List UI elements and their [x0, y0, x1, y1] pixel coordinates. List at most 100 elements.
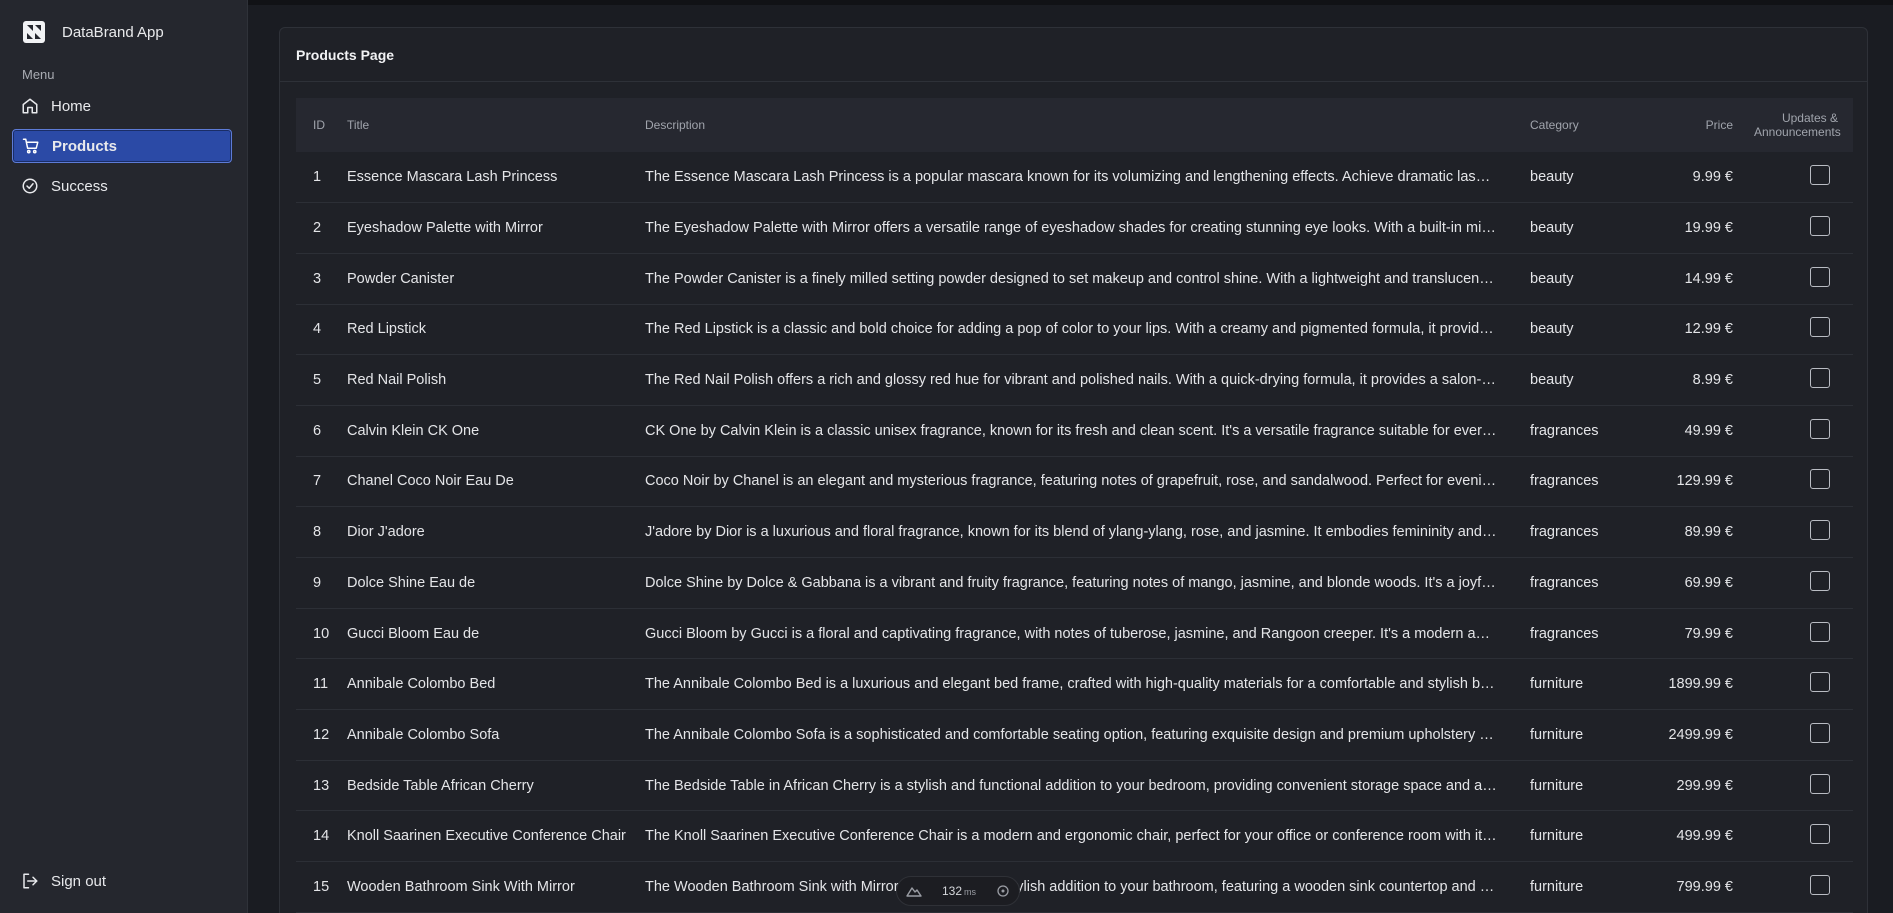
products-panel: Products Page ID Title Description Categ…: [279, 27, 1868, 913]
cell-price: 19.99 €: [1684, 220, 1733, 237]
table-row[interactable]: 14 Knoll Saarinen Executive Conference Ch…: [296, 811, 1853, 862]
table-row[interactable]: 11 Annibale Colombo Bed The Annibale Colom…: [296, 659, 1853, 710]
updates-checkbox[interactable]: [1810, 368, 1830, 389]
cell-description: The Red Nail Polish offers a rich and gl…: [645, 372, 1513, 389]
brand[interactable]: DataBrand App: [22, 20, 164, 44]
cell-description: The Wooden Bathroom Sink with Mirror is …: [645, 878, 1513, 895]
column-header-description[interactable]: Description: [628, 98, 1513, 152]
table-row[interactable]: 2 Eyeshadow Palette with Mirror The Eyesha…: [296, 203, 1853, 254]
table-row[interactable]: 4 Red Lipstick The Red Lipstick is a class…: [296, 304, 1853, 355]
sidebar-item-success[interactable]: Success: [12, 169, 232, 203]
cell-id: 12: [313, 726, 330, 743]
page-title: Products Page: [280, 28, 1867, 82]
updates-checkbox[interactable]: [1810, 722, 1830, 743]
cell-id: 5: [313, 372, 322, 389]
updates-checkbox[interactable]: [1810, 672, 1830, 693]
cell-title: Calvin Klein CK One: [347, 422, 480, 439]
updates-checkbox[interactable]: [1810, 266, 1830, 287]
cell-updates: [1737, 558, 1853, 609]
updates-checkbox[interactable]: [1810, 469, 1830, 490]
cell-category: furniture: [1530, 878, 1584, 895]
sidebar-item-home[interactable]: Home: [12, 89, 232, 123]
cell-title: Gucci Bloom Eau de: [347, 625, 480, 642]
updates-checkbox[interactable]: [1810, 216, 1830, 237]
cell-updates: [1737, 811, 1853, 862]
cell-price: 1899.99 €: [1668, 676, 1733, 693]
cell-category: fragrances: [1530, 574, 1599, 591]
sidebar-item-label: Success: [51, 177, 108, 195]
cell-price: 299.99 €: [1676, 777, 1733, 794]
updates-checkbox[interactable]: [1810, 874, 1830, 895]
updates-checkbox[interactable]: [1810, 570, 1830, 591]
cell-title: Eyeshadow Palette with Mirror: [347, 220, 543, 237]
column-header-id[interactable]: ID: [296, 98, 330, 152]
table-row[interactable]: 13 Bedside Table African Cherry The Bedsid…: [296, 760, 1853, 811]
table-row[interactable]: 10 Gucci Bloom Eau de Gucci Bloom by Gucci…: [296, 608, 1853, 659]
cell-title: Powder Canister: [347, 270, 455, 287]
table-row[interactable]: 6 Calvin Klein CK One CK One by Calvin Kle…: [296, 405, 1853, 457]
cell-price: 2499.99 €: [1668, 726, 1733, 743]
cell-updates: [1737, 304, 1853, 355]
cell-description: CK One by Calvin Klein is a classic unis…: [645, 422, 1513, 439]
cell-price: 69.99 €: [1684, 574, 1733, 591]
cell-id: 2: [313, 220, 322, 237]
sidebar: DataBrand App Menu Home Products Success…: [0, 0, 248, 913]
cell-id: 13: [313, 777, 330, 794]
cell-updates: [1737, 760, 1853, 811]
target-icon: [997, 885, 1009, 897]
products-table-wrapper: ID Title Description Category Price Upda…: [296, 98, 1853, 913]
cell-price: 79.99 €: [1684, 625, 1733, 642]
cell-price: 129.99 €: [1676, 473, 1733, 490]
updates-checkbox[interactable]: [1810, 317, 1830, 338]
products-table: ID Title Description Category Price Upda…: [296, 98, 1853, 913]
cell-title: Dolce Shine Eau de: [347, 574, 476, 591]
render-time-value: 132: [941, 884, 963, 898]
column-header-category[interactable]: Category: [1513, 98, 1613, 152]
sidebar-item-products[interactable]: Products: [12, 129, 232, 163]
cell-category: beauty: [1530, 321, 1574, 338]
column-header-updates[interactable]: Updates & Announcements: [1737, 98, 1853, 152]
cell-updates: [1737, 253, 1853, 304]
updates-checkbox[interactable]: [1810, 773, 1830, 794]
cell-description: The Knoll Saarinen Executive Conference …: [645, 828, 1513, 845]
table-row[interactable]: 8 Dior J'adore J'adore by Dior is a luxuri…: [296, 507, 1853, 558]
cell-category: fragrances: [1530, 625, 1599, 642]
cell-updates: [1737, 405, 1853, 456]
cell-title: Dior J'adore: [347, 524, 425, 541]
cell-title: Annibale Colombo Sofa: [347, 726, 500, 743]
cell-title: Knoll Saarinen Executive Conference Chai…: [347, 828, 626, 845]
signout-button[interactable]: Sign out: [12, 864, 232, 898]
table-row[interactable]: 9 Dolce Shine Eau de Dolce Shine by Dolce …: [296, 558, 1853, 609]
table-row[interactable]: 5 Red Nail Polish The Red Nail Polish offe…: [296, 355, 1853, 406]
column-header-price[interactable]: Price: [1613, 98, 1737, 152]
cell-category: beauty: [1530, 372, 1574, 389]
column-header-title[interactable]: Title: [330, 98, 628, 152]
updates-checkbox[interactable]: [1810, 418, 1830, 439]
cell-category: furniture: [1530, 676, 1584, 693]
updates-checkbox[interactable]: [1810, 520, 1830, 541]
cell-category: fragrances: [1530, 524, 1599, 541]
performance-badge[interactable]: 132 ms: [896, 876, 1020, 906]
home-icon: [21, 97, 39, 115]
updates-checkbox[interactable]: [1810, 621, 1830, 642]
cell-description: J'adore by Dior is a luxurious and flora…: [645, 524, 1513, 541]
table-row[interactable]: 15 Wooden Bathroom Sink With Mirror The Wo…: [296, 862, 1853, 913]
cell-title: Bedside Table African Cherry: [347, 777, 534, 794]
sidebar-item-label: Home: [51, 97, 92, 115]
cell-price: 89.99 €: [1684, 524, 1733, 541]
updates-checkbox[interactable]: [1810, 824, 1830, 845]
sidebar-item-label: Products: [52, 137, 118, 155]
table-row[interactable]: 1 Essence Mascara Lash Princess The Essenc…: [296, 152, 1853, 203]
updates-checkbox[interactable]: [1810, 165, 1830, 186]
table-row[interactable]: 7 Chanel Coco Noir Eau De Coco Noir by Cha…: [296, 456, 1853, 507]
cell-price: 499.99 €: [1676, 828, 1733, 845]
cell-id: 8: [313, 524, 322, 541]
cell-updates: [1737, 862, 1853, 913]
table-row[interactable]: 3 Powder Canister The Powder Canister is a…: [296, 253, 1853, 305]
cell-category: fragrances: [1530, 473, 1599, 490]
mountain-icon: [906, 887, 922, 897]
cell-description: Dolce Shine by Dolce & Gabbana is a vibr…: [645, 574, 1513, 591]
table-row[interactable]: 12 Annibale Colombo Sofa The Annibale Colo…: [296, 710, 1853, 761]
cell-id: 9: [313, 574, 322, 591]
cell-category: furniture: [1530, 777, 1584, 794]
